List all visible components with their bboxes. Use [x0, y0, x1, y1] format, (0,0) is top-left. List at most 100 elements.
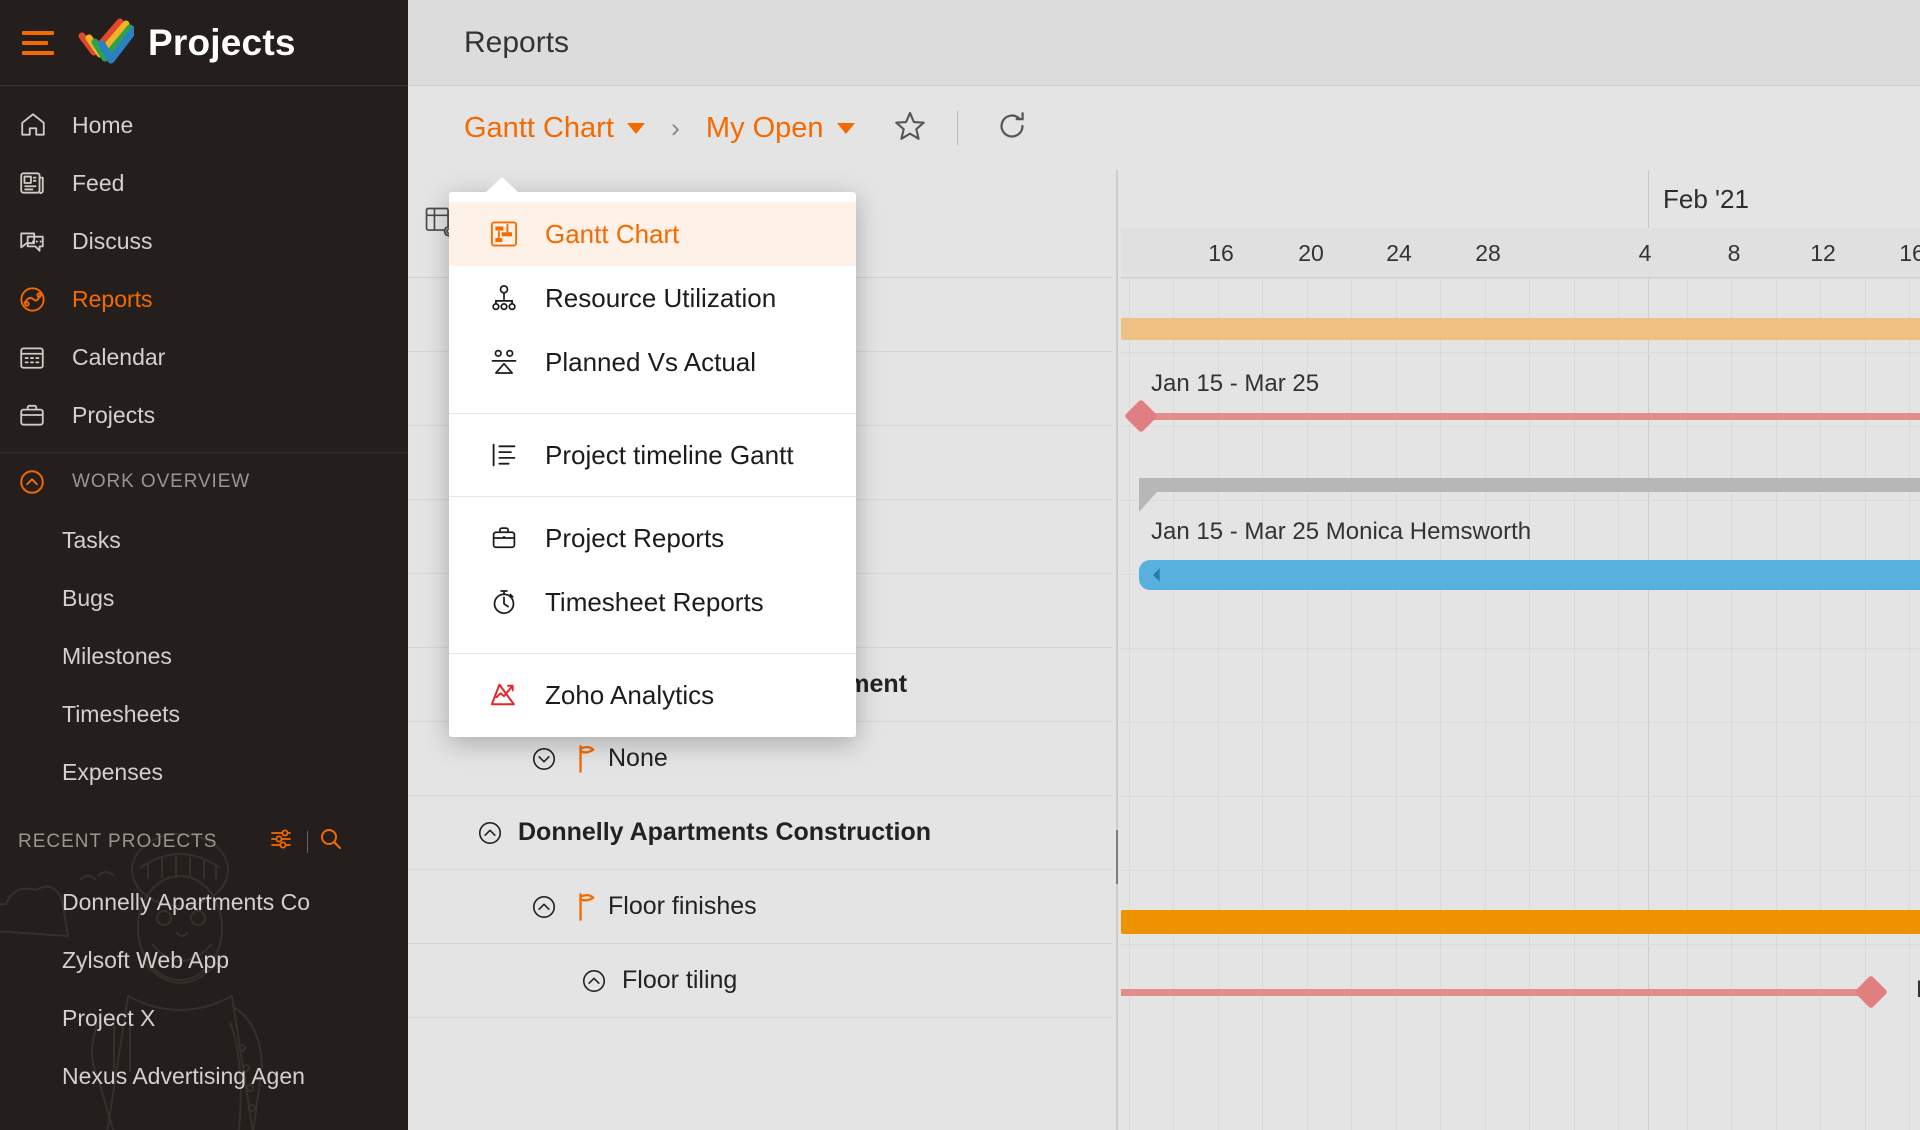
day-tick: 24 — [1374, 228, 1424, 278]
sidebar-item-label: Tasks — [62, 527, 121, 554]
sidebar-item-label: Calendar — [72, 344, 165, 371]
gantt-splitter[interactable] — [1113, 170, 1121, 1130]
view-filter-label: My Open — [706, 112, 824, 145]
month-label — [1121, 170, 1648, 228]
resource-icon — [487, 281, 521, 315]
sidebar-item-bugs[interactable]: Bugs — [0, 569, 408, 627]
gantt-bar-project-summary-2[interactable] — [1121, 910, 1920, 934]
sidebar-item-timesheets[interactable]: Timesheets — [0, 685, 408, 743]
splitter-line — [1116, 170, 1118, 1130]
sidebar-item-label: Project X — [62, 1005, 155, 1032]
gantt-bar-label: Jan 15 - Mar 25 — [1151, 370, 1319, 398]
gantt-bar-tasklist-tail — [1139, 492, 1157, 512]
menu-item-project-timeline-gantt[interactable]: Project timeline Gantt — [449, 423, 856, 487]
calendar-icon — [18, 342, 58, 372]
chevron-up-circle-icon[interactable] — [580, 967, 608, 995]
sidebar-item-milestones[interactable]: Milestones — [0, 627, 408, 685]
menu-arrow — [485, 177, 519, 193]
timeline-list-icon — [487, 438, 521, 472]
sidebar-item-label: Timesheets — [62, 701, 180, 728]
menu-item-label: Zoho Analytics — [545, 680, 714, 711]
sidebar-item-label: Feed — [72, 170, 124, 197]
search-icon[interactable] — [318, 826, 344, 858]
sidebar-recent-project-4[interactable]: Nexus Advertising Agen — [0, 1047, 408, 1105]
menu-item-label: Planned Vs Actual — [545, 347, 756, 378]
month-label: Feb '21 — [1648, 170, 1920, 228]
menu-item-label: Gantt Chart — [545, 219, 679, 250]
sidebar-section-work-overview[interactable]: WORK OVERVIEW — [0, 453, 408, 511]
refresh-icon[interactable] — [996, 110, 1028, 147]
report-type-label: Gantt Chart — [464, 112, 614, 145]
section-label: WORK OVERVIEW — [72, 471, 250, 493]
gantt-bar-tasklist-1[interactable] — [1139, 478, 1920, 492]
view-filter-dropdown[interactable]: My Open — [706, 112, 855, 145]
sidebar-recent-project-1[interactable]: Donnelly Apartments Co — [0, 873, 408, 931]
gantt-milestone-line-2[interactable] — [1121, 989, 1871, 996]
gantt-bar-project-summary-1[interactable] — [1121, 318, 1920, 340]
gantt-grid: Jan 15 - Mar 25 Jan 15 - Mar 25 Monica H… — [1121, 278, 1920, 1130]
gantt-milestone-diamond-end[interactable] — [1854, 975, 1888, 1009]
sidebar: Projects Home — [0, 0, 408, 1130]
gantt-bar-label: Jan 15 - Mar 25 Monica Hemsworth — [1151, 518, 1531, 546]
sidebar-item-reports[interactable]: Reports — [0, 270, 408, 328]
menu-item-planned-vs-actual[interactable]: Planned Vs Actual — [449, 330, 856, 394]
menu-item-zoho-analytics[interactable]: Zoho Analytics — [449, 663, 856, 727]
chevron-down-circle-icon[interactable] — [530, 745, 558, 773]
table-row[interactable]: Donnelly Apartments Construction — [408, 796, 1113, 870]
chevron-up-circle-icon[interactable] — [476, 819, 504, 847]
table-row[interactable]: Floor tiling — [408, 944, 1113, 1018]
menu-item-label: Timesheet Reports — [545, 587, 764, 618]
menu-item-label: Resource Utilization — [545, 283, 776, 314]
sidebar-item-label: Projects — [72, 402, 155, 429]
sidebar-item-label: Donnelly Apartments Co — [62, 889, 310, 916]
brand-name: Projects — [148, 22, 296, 64]
day-tick: 20 — [1286, 228, 1336, 278]
menu-item-timesheet-reports[interactable]: Timesheet Reports — [449, 570, 856, 634]
day-tick: 8 — [1709, 228, 1759, 278]
sidebar-item-label: Zylsoft Web App — [62, 947, 229, 974]
gantt-bar-label: Floo — [1916, 976, 1920, 1004]
sidebar-item-feed[interactable]: Feed — [0, 154, 408, 212]
sidebar-item-discuss[interactable]: Discuss — [0, 212, 408, 270]
divider — [307, 831, 308, 853]
chevron-up-circle-icon[interactable] — [530, 893, 558, 921]
gantt-month-header: Feb '21 — [1121, 170, 1920, 228]
report-toolbar: Gantt Chart › My Open — [408, 86, 1920, 170]
sidebar-item-tasks[interactable]: Tasks — [0, 511, 408, 569]
sidebar-item-label: Reports — [72, 286, 153, 313]
row-label: Floor finishes — [608, 892, 757, 921]
hamburger-icon[interactable] — [18, 31, 62, 55]
sidebar-item-calendar[interactable]: Calendar — [0, 328, 408, 386]
sliders-icon[interactable] — [267, 826, 297, 858]
divider — [957, 111, 958, 145]
star-icon[interactable] — [893, 109, 927, 148]
sidebar-item-home[interactable]: Home — [0, 96, 408, 154]
sidebar-item-projects[interactable]: Projects — [0, 386, 408, 444]
flag-icon — [572, 892, 596, 922]
menu-item-gantt-chart[interactable]: Gantt Chart — [449, 202, 856, 266]
sidebar-recent-project-3[interactable]: Project X — [0, 989, 408, 1047]
report-type-dropdown[interactable]: Gantt Chart — [464, 112, 645, 145]
menu-item-label: Project Reports — [545, 523, 724, 554]
gantt-chart-icon — [487, 217, 521, 251]
discuss-icon — [18, 226, 58, 256]
table-row[interactable]: Floor finishes — [408, 870, 1113, 944]
menu-item-resource-utilization[interactable]: Resource Utilization — [449, 266, 856, 330]
zoho-projects-logo — [78, 18, 134, 68]
planned-actual-icon — [487, 345, 521, 379]
briefcase-icon — [487, 521, 521, 555]
caret-down-icon — [837, 123, 855, 134]
sidebar-item-label: Discuss — [72, 228, 153, 255]
day-tick: 28 — [1463, 228, 1513, 278]
gantt-bar-task-1[interactable] — [1139, 560, 1920, 590]
row-label: Donnelly Apartments Construction — [518, 818, 931, 847]
menu-item-project-reports[interactable]: Project Reports — [449, 506, 856, 570]
gantt-milestone-line-1[interactable] — [1139, 413, 1920, 420]
sidebar-item-label: Home — [72, 112, 133, 139]
sidebar-item-expenses[interactable]: Expenses — [0, 743, 408, 801]
reports-icon — [18, 284, 58, 314]
splitter-handle[interactable] — [1113, 830, 1121, 884]
sidebar-section-recent-projects: RECENT PROJECTS — [0, 811, 408, 873]
gantt-day-header: 16 20 24 28 4 8 12 16 — [1121, 228, 1920, 278]
sidebar-recent-project-2[interactable]: Zylsoft Web App — [0, 931, 408, 989]
